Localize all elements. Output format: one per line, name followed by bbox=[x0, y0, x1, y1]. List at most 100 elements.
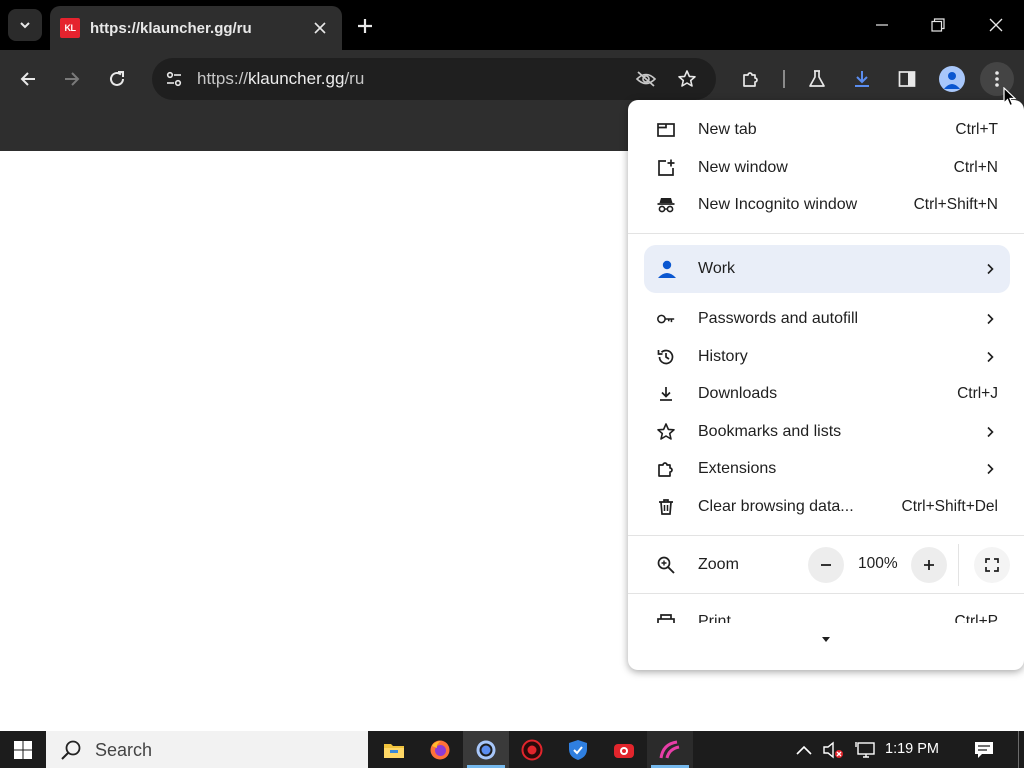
menu-item-clear-browsing-data[interactable]: Clear browsing data... Ctrl+Shift+Del bbox=[628, 488, 1024, 526]
app-red-icon bbox=[521, 739, 543, 760]
menu-item-shortcut: Ctrl+Shift+Del bbox=[901, 498, 998, 515]
puzzle-icon bbox=[656, 459, 676, 479]
taskbar-search-placeholder: Search bbox=[95, 740, 153, 760]
minimize-button[interactable] bbox=[859, 8, 905, 42]
url-text[interactable]: https://klauncher.gg/ru bbox=[197, 69, 364, 89]
site-info-button[interactable] bbox=[158, 63, 190, 95]
zoom-label: Zoom bbox=[698, 556, 739, 573]
taskbar-app-red[interactable] bbox=[509, 731, 555, 768]
back-button[interactable] bbox=[11, 62, 45, 96]
profile-button[interactable] bbox=[935, 62, 969, 96]
menu-item-label: New Incognito window bbox=[698, 196, 858, 213]
menu-item-new-tab[interactable]: New tab Ctrl+T bbox=[628, 111, 1024, 149]
person-icon bbox=[944, 72, 960, 89]
notification-icon bbox=[975, 741, 993, 758]
taskbar-clock[interactable]: 1:19 PM bbox=[885, 741, 939, 757]
eye-off-icon bbox=[635, 71, 657, 87]
side-panel-button[interactable] bbox=[890, 62, 924, 96]
taskbar-app-file-explorer[interactable] bbox=[371, 731, 417, 768]
history-icon bbox=[656, 347, 676, 367]
taskbar-app-launcher[interactable] bbox=[647, 731, 693, 768]
menu-item-label: History bbox=[698, 348, 748, 365]
print-icon bbox=[657, 614, 675, 623]
menu-item-label: Downloads bbox=[698, 385, 778, 402]
taskbar-app-firefox[interactable] bbox=[417, 731, 463, 768]
taskbar-app-chrome[interactable] bbox=[463, 731, 509, 768]
menu-item-downloads[interactable]: Downloads Ctrl+J bbox=[628, 375, 1024, 413]
tab-close-button[interactable] bbox=[310, 18, 330, 38]
menu-item-label: Extensions bbox=[698, 460, 777, 477]
tray-network-button[interactable] bbox=[852, 731, 880, 768]
forward-button[interactable] bbox=[55, 62, 89, 96]
trash-icon bbox=[656, 497, 676, 517]
taskbar-search-box[interactable]: Search bbox=[46, 731, 368, 768]
menu-scroll-down-button[interactable] bbox=[818, 632, 834, 648]
tray-volume-button[interactable] bbox=[820, 731, 846, 768]
chevron-up-icon bbox=[796, 745, 812, 755]
more-vert-icon bbox=[995, 71, 999, 87]
menu-item-shortcut: Ctrl+T bbox=[955, 121, 998, 138]
tray-overflow-button[interactable] bbox=[792, 731, 816, 768]
menu-item-passwords-autofill[interactable]: Passwords and autofill bbox=[628, 300, 1024, 338]
omnibox[interactable]: https://klauncher.gg/ru bbox=[152, 58, 716, 100]
chevron-down-icon bbox=[20, 22, 30, 29]
zoom-out-button[interactable] bbox=[808, 547, 844, 583]
menu-item-bookmarks-lists[interactable]: Bookmarks and lists bbox=[628, 413, 1024, 451]
chevron-right-icon bbox=[987, 463, 994, 475]
restore-icon bbox=[931, 18, 945, 32]
new-window-icon bbox=[656, 158, 676, 178]
url-scheme: https:// bbox=[197, 69, 249, 88]
zoom-in-button[interactable] bbox=[911, 547, 947, 583]
show-desktop-button[interactable] bbox=[1018, 731, 1019, 768]
taskbar-app-camera[interactable] bbox=[601, 731, 647, 768]
action-center-button[interactable] bbox=[968, 731, 1000, 768]
taskbar-app-shield[interactable] bbox=[555, 731, 601, 768]
start-button[interactable] bbox=[0, 731, 46, 768]
star-icon bbox=[678, 70, 696, 87]
taskbar: Search 1:19 PM bbox=[0, 731, 1024, 768]
tracking-protection-button[interactable] bbox=[630, 63, 662, 95]
menu-item-extensions[interactable]: Extensions bbox=[628, 450, 1024, 488]
menu-item-print-partial[interactable]: Print Ctrl+P bbox=[628, 603, 1024, 623]
menu-item-history[interactable]: History bbox=[628, 338, 1024, 376]
zoom-icon bbox=[656, 555, 676, 575]
reload-button[interactable] bbox=[100, 62, 134, 96]
tab-title: https://klauncher.gg/ru bbox=[90, 19, 252, 37]
labs-button[interactable] bbox=[800, 62, 834, 96]
close-window-button[interactable] bbox=[973, 8, 1019, 42]
menu-item-label: Bookmarks and lists bbox=[698, 423, 842, 440]
chevron-right-icon bbox=[987, 426, 994, 438]
shield-app-icon bbox=[569, 739, 587, 760]
chrome-icon bbox=[476, 740, 496, 759]
volume-muted-icon bbox=[823, 741, 843, 758]
file-explorer-icon bbox=[384, 743, 404, 758]
menu-item-new-window[interactable]: New window Ctrl+N bbox=[628, 149, 1024, 187]
active-tab[interactable]: KL https://klauncher.gg/ru bbox=[50, 6, 342, 50]
tab-search-button[interactable] bbox=[8, 9, 42, 41]
reload-icon bbox=[110, 71, 124, 86]
downloads-button[interactable] bbox=[845, 62, 879, 96]
fullscreen-button[interactable] bbox=[974, 547, 1010, 583]
tab-favicon: KL bbox=[60, 18, 80, 38]
tab-strip: KL https://klauncher.gg/ru bbox=[0, 0, 1024, 50]
new-tab-button[interactable] bbox=[352, 13, 378, 39]
mouse-cursor-icon bbox=[1003, 87, 1017, 107]
menu-item-shortcut: Ctrl+J bbox=[957, 385, 998, 402]
key-icon bbox=[656, 309, 676, 329]
menu-item-shortcut: Ctrl+Shift+N bbox=[913, 196, 998, 213]
arrow-left-icon bbox=[20, 72, 35, 86]
close-icon bbox=[314, 22, 326, 34]
menu-separator bbox=[628, 233, 1024, 234]
tune-icon bbox=[166, 71, 182, 87]
menu-item-shortcut: Ctrl+N bbox=[953, 159, 998, 176]
zoom-level: 100% bbox=[858, 555, 898, 572]
menu-item-label: Passwords and autofill bbox=[698, 310, 859, 327]
bookmark-star-button[interactable] bbox=[671, 63, 703, 95]
restore-button[interactable] bbox=[915, 8, 961, 42]
url-host: klauncher.gg bbox=[248, 69, 345, 88]
menu-item-new-incognito-window[interactable]: New Incognito window Ctrl+Shift+N bbox=[628, 186, 1024, 224]
menu-item-profile-work[interactable]: Work bbox=[644, 245, 1010, 293]
zoom-divider bbox=[958, 544, 959, 586]
download-icon bbox=[855, 71, 869, 87]
extensions-button[interactable] bbox=[734, 62, 768, 96]
